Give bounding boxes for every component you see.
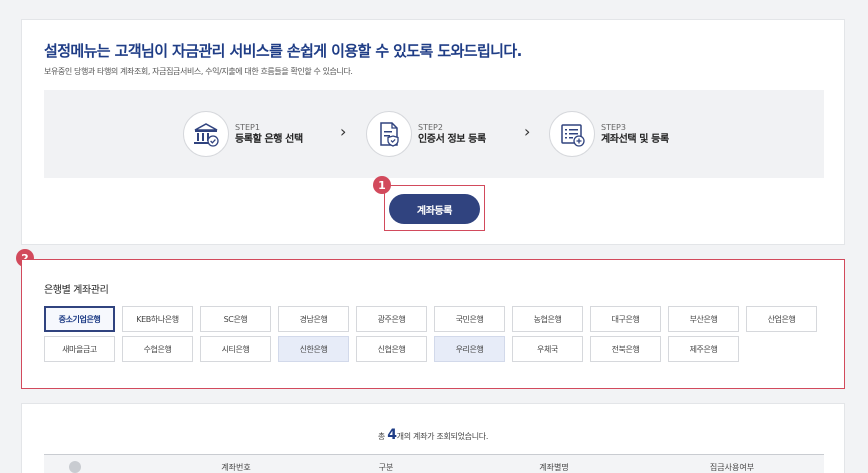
column-alias: 계좌별명 xyxy=(539,463,569,472)
step-3-number: STEP3 xyxy=(601,122,626,132)
register-highlight: 계좌등록 xyxy=(384,185,485,231)
bank-button[interactable]: 국민은행 xyxy=(434,306,505,332)
bank-button[interactable]: 제주은행 xyxy=(668,336,739,362)
bank-button[interactable]: 경남은행 xyxy=(278,306,349,332)
register-account-button[interactable]: 계좌등록 xyxy=(389,194,480,224)
bank-section-title: 은행별 계좌관리 xyxy=(44,285,109,296)
step-1-number: STEP1 xyxy=(235,122,260,132)
page-title: 설정메뉴는 고객님이 자금관리 서비스를 손쉽게 이용할 수 있도록 도와드립니… xyxy=(44,42,522,60)
bank-button[interactable]: 대구은행 xyxy=(590,306,661,332)
bank-button[interactable]: 새마을금고 xyxy=(44,336,115,362)
bank-button[interactable]: KEB하나은행 xyxy=(122,306,193,332)
callout-badge-1: 1 xyxy=(373,176,391,194)
step-2-label: 인증서 정보 등록 xyxy=(418,133,486,145)
account-summary: 총 4개의 계좌가 조회되었습니다. xyxy=(22,427,844,443)
bank-button[interactable]: 신한은행 xyxy=(278,336,349,362)
bank-button[interactable]: SC은행 xyxy=(200,306,271,332)
bank-button[interactable]: 우체국 xyxy=(512,336,583,362)
step-2-number: STEP2 xyxy=(418,122,443,132)
bank-button[interactable]: 전북은행 xyxy=(590,336,661,362)
step-2: STEP2 인증서 정보 등록 xyxy=(366,110,486,158)
bank-button[interactable]: 중소기업은행 xyxy=(44,306,115,332)
step-3: STEP3 계좌선택 및 등록 xyxy=(549,110,669,158)
step-guide: STEP1 등록할 은행 선택 › STEP2 인증서 정보 등록 › STEP… xyxy=(44,90,824,178)
certificate-icon xyxy=(366,111,412,157)
bank-grid: 중소기업은행 KEB하나은행 SC은행 경남은행 광주은행 국민은행 농협은행 대구은행 부산은… xyxy=(44,306,824,362)
bank-button[interactable]: 부산은행 xyxy=(668,306,739,332)
bank-button[interactable]: 우리은행 xyxy=(434,336,505,362)
step-3-label: 계좌선택 및 등록 xyxy=(601,133,669,145)
bank-button[interactable]: 수협은행 xyxy=(122,336,193,362)
step-1: STEP1 등록할 은행 선택 xyxy=(183,110,303,158)
chevron-right-icon: › xyxy=(524,122,531,141)
step-1-label: 등록할 은행 선택 xyxy=(235,133,303,145)
chevron-right-icon: › xyxy=(340,122,347,141)
select-all-check-icon[interactable] xyxy=(69,461,81,473)
account-list-panel: 총 4개의 계좌가 조회되었습니다. 계좌번호 구분 계좌별명 집금사용여부 xyxy=(21,403,845,473)
account-count: 4 xyxy=(387,427,397,443)
bank-icon xyxy=(183,111,229,157)
account-add-icon xyxy=(549,111,595,157)
bank-button[interactable]: 농협은행 xyxy=(512,306,583,332)
intro-panel: 설정메뉴는 고객님이 자금관리 서비스를 손쉽게 이용할 수 있도록 도와드립니… xyxy=(21,19,845,245)
account-table-header: 계좌번호 구분 계좌별명 집금사용여부 xyxy=(44,454,824,473)
summary-suffix: 개의 계좌가 조회되었습니다. xyxy=(396,432,489,441)
bank-account-panel: 은행별 계좌관리 중소기업은행 KEB하나은행 SC은행 경남은행 광주은행 국민은행 농협… xyxy=(21,259,845,389)
column-type: 구분 xyxy=(378,463,394,472)
bank-button[interactable]: 신협은행 xyxy=(356,336,427,362)
bank-button[interactable]: 시티은행 xyxy=(200,336,271,362)
bank-button[interactable]: 광주은행 xyxy=(356,306,427,332)
column-collection-usage: 집금사용여부 xyxy=(709,463,755,472)
column-account-number: 계좌번호 xyxy=(221,463,251,472)
page-subtitle: 보유중인 당행과 타행의 계좌조회, 자금집금서비스, 수익/지출에 대한 흐름… xyxy=(44,67,353,76)
bank-button[interactable]: 산업은행 xyxy=(746,306,817,332)
summary-prefix: 총 xyxy=(377,432,385,441)
